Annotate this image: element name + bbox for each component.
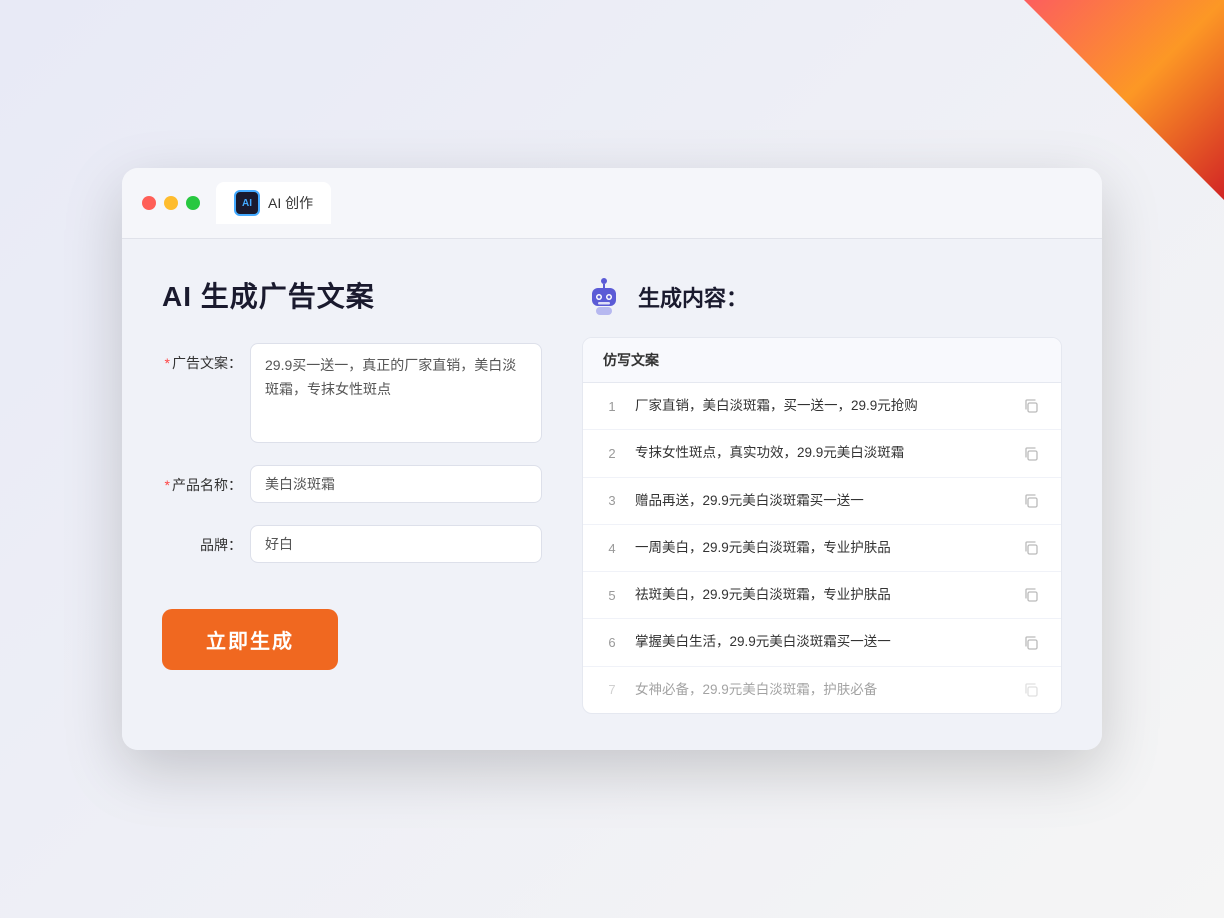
ad-copy-label: *广告文案： — [162, 343, 242, 373]
table-header: 仿写文案 — [583, 338, 1061, 383]
result-header: 生成内容： — [582, 275, 1062, 319]
tab-label: AI 创作 — [268, 193, 313, 213]
robot-icon — [582, 275, 626, 319]
row-text: 女神必备，29.9元美白淡斑霜，护肤必备 — [635, 680, 1007, 700]
copy-icon[interactable] — [1021, 633, 1041, 653]
row-text: 掌握美白生活，29.9元美白淡斑霜买一送一 — [635, 632, 1007, 652]
table-row: 6 掌握美白生活，29.9元美白淡斑霜买一送一 — [583, 619, 1061, 666]
copy-icon[interactable] — [1021, 396, 1041, 416]
brand-row: 品牌： — [162, 525, 542, 563]
brand-input[interactable] — [250, 525, 542, 563]
maximize-button[interactable] — [186, 196, 200, 210]
row-number: 5 — [603, 588, 621, 603]
product-name-input[interactable] — [250, 465, 542, 503]
row-number: 1 — [603, 399, 621, 414]
row-number: 3 — [603, 493, 621, 508]
ai-creation-tab[interactable]: AI AI 创作 — [216, 182, 331, 224]
row-text: 厂家直销，美白淡斑霜，买一送一，29.9元抢购 — [635, 396, 1007, 416]
ad-copy-input[interactable]: 29.9买一送一，真正的厂家直销，美白淡斑霜，专抹女性斑点 — [250, 343, 542, 443]
row-text: 一周美白，29.9元美白淡斑霜，专业护肤品 — [635, 538, 1007, 558]
browser-window: AI AI 创作 AI 生成广告文案 *广告文案： 29.9买一送一，真正的厂家… — [122, 168, 1102, 750]
table-row: 7 女神必备，29.9元美白淡斑霜，护肤必备 — [583, 667, 1061, 713]
row-text: 祛斑美白，29.9元美白淡斑霜，专业护肤品 — [635, 585, 1007, 605]
copy-icon[interactable] — [1021, 538, 1041, 558]
close-button[interactable] — [142, 196, 156, 210]
row-text: 专抹女性斑点，真实功效，29.9元美白淡斑霜 — [635, 443, 1007, 463]
product-name-row: *产品名称： — [162, 465, 542, 503]
table-row: 3 赠品再送，29.9元美白淡斑霜买一送一 — [583, 478, 1061, 525]
page-title: AI 生成广告文案 — [162, 275, 542, 315]
required-star-product: * — [165, 477, 170, 493]
result-title: 生成内容： — [638, 281, 748, 313]
ai-logo-icon: AI — [234, 190, 260, 216]
minimize-button[interactable] — [164, 196, 178, 210]
left-panel: AI 生成广告文案 *广告文案： 29.9买一送一，真正的厂家直销，美白淡斑霜，… — [162, 275, 542, 714]
row-number: 2 — [603, 446, 621, 461]
required-star-ad: * — [165, 355, 170, 371]
ad-copy-row: *广告文案： 29.9买一送一，真正的厂家直销，美白淡斑霜，专抹女性斑点 — [162, 343, 542, 443]
result-rows: 1 厂家直销，美白淡斑霜，买一送一，29.9元抢购 2 专抹女性斑点，真实功效，29… — [583, 383, 1061, 713]
copy-icon[interactable] — [1021, 585, 1041, 605]
copy-icon[interactable] — [1021, 444, 1041, 464]
window-controls — [142, 196, 200, 210]
table-row: 2 专抹女性斑点，真实功效，29.9元美白淡斑霜 — [583, 430, 1061, 477]
main-content: AI 生成广告文案 *广告文案： 29.9买一送一，真正的厂家直销，美白淡斑霜，… — [122, 239, 1102, 750]
row-number: 4 — [603, 541, 621, 556]
table-row: 1 厂家直销，美白淡斑霜，买一送一，29.9元抢购 — [583, 383, 1061, 430]
right-panel: 生成内容： 仿写文案 1 厂家直销，美白淡斑霜，买一送一，29.9元抢购 2 专抹女… — [582, 275, 1062, 714]
table-row: 5 祛斑美白，29.9元美白淡斑霜，专业护肤品 — [583, 572, 1061, 619]
row-text: 赠品再送，29.9元美白淡斑霜买一送一 — [635, 491, 1007, 511]
row-number: 7 — [603, 682, 621, 697]
product-name-label: *产品名称： — [162, 465, 242, 495]
result-table: 仿写文案 1 厂家直销，美白淡斑霜，买一送一，29.9元抢购 2 专抹女性斑点，真实… — [582, 337, 1062, 714]
brand-label: 品牌： — [162, 525, 242, 555]
generate-button[interactable]: 立即生成 — [162, 609, 338, 670]
copy-icon[interactable] — [1021, 491, 1041, 511]
copy-icon[interactable] — [1021, 680, 1041, 700]
title-bar: AI AI 创作 — [122, 168, 1102, 239]
table-row: 4 一周美白，29.9元美白淡斑霜，专业护肤品 — [583, 525, 1061, 572]
row-number: 6 — [603, 635, 621, 650]
